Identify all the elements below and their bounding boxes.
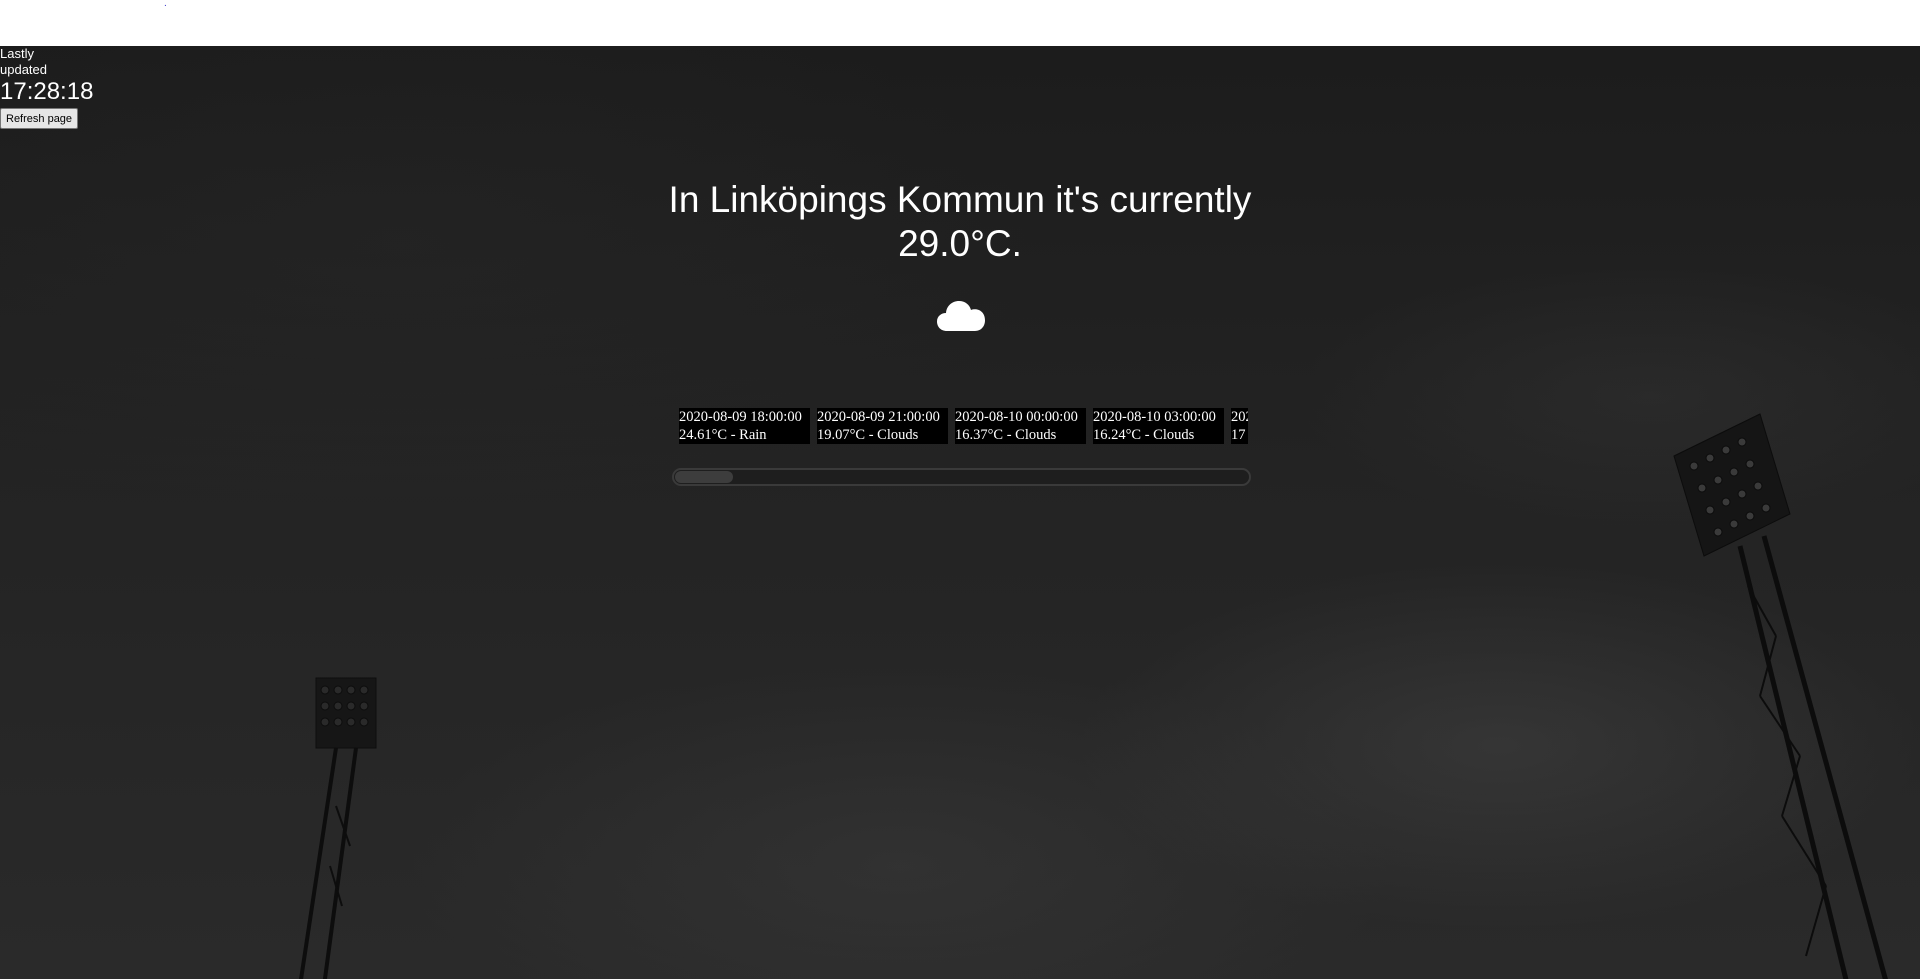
- forecast-summary: 19.07°C - Clouds: [817, 427, 919, 443]
- refresh-page-button[interactable]: Refresh page: [0, 108, 79, 129]
- forecast-datetime: 2020-08-09 21:00:00: [817, 409, 940, 425]
- cloud-icon: [937, 301, 985, 331]
- forecast-item: 2020-08-09 18:00:00 24.61°C - Rain: [679, 408, 810, 444]
- forecast-datetime: 2020-08-10 03:00:00: [1093, 409, 1216, 425]
- forecast-summary: 16.24°C - Clouds: [1093, 427, 1195, 443]
- forecast-summary: 17: [1231, 427, 1246, 443]
- forecast-item: 2020-08-10 03:00:00 16.24°C - Clouds: [1093, 408, 1224, 444]
- top-bar-mark: .: [164, 0, 167, 9]
- floodlight-mast-left: [299, 677, 377, 979]
- forecast-strip[interactable]: 2020-08-09 18:00:00 24.61°C - Rain 2020-…: [679, 408, 1248, 448]
- forecast-item: 2020-08-10 00:00:00 16.37°C - Clouds: [955, 408, 1086, 444]
- last-updated-label: Lastly updated: [0, 46, 47, 77]
- forecast-item: 2020-08-10 06:00:00 17: [1231, 408, 1248, 444]
- last-updated-time: 17:28:18: [0, 78, 94, 105]
- forecast-datetime: 2020-08-10 00:00:00: [955, 409, 1078, 425]
- last-updated-panel: Lastly updated 17:28:18 Refresh page: [0, 46, 93, 129]
- forecast-scrollbar-thumb[interactable]: [675, 471, 733, 483]
- forecast-summary: 24.61°C - Rain: [679, 427, 767, 443]
- floodlight-mast-right: [1673, 413, 1888, 979]
- forecast-item: 2020-08-09 21:00:00 19.07°C - Clouds: [817, 408, 948, 444]
- forecast-datetime: 2020-08-09 18:00:00: [679, 409, 802, 425]
- weather-stage: Lastly updated 17:28:18 Refresh page In …: [0, 46, 1920, 979]
- forecast-scrollbar[interactable]: [672, 468, 1251, 486]
- current-weather-headline: In Linköpings Kommun it's currently 29.0…: [668, 179, 1252, 264]
- top-bar: .: [0, 0, 1920, 46]
- forecast-datetime: 2020-08-10 06:00:00: [1231, 409, 1248, 425]
- forecast-summary: 16.37°C - Clouds: [955, 427, 1057, 443]
